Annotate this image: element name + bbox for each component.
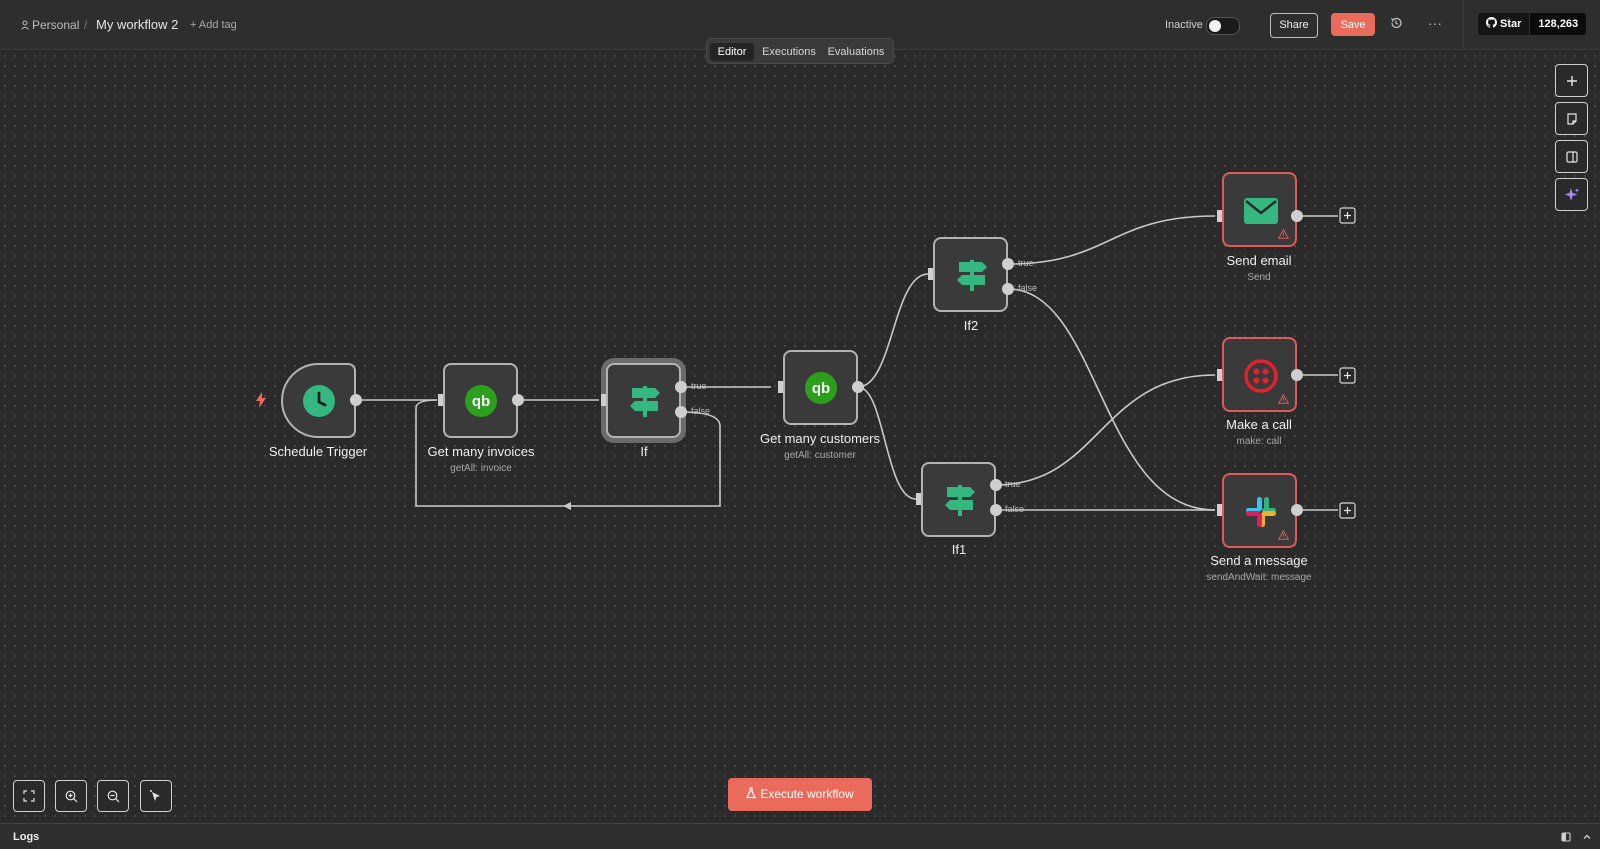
github-icon [1486,17,1497,28]
breadcrumb-separator: / [84,18,88,32]
github-star-label: Star [1500,18,1522,30]
active-toggle[interactable] [1206,17,1240,35]
node-subtitle: getAll: customer [784,450,856,461]
github-star-button[interactable]: Star 128,263 [1478,13,1587,35]
signpost-icon [957,260,987,291]
slack-icon [1246,497,1276,527]
sticky-note-icon [1566,112,1577,125]
user-icon [21,20,29,30]
node-subtitle: sendAndWait: message [1206,572,1312,583]
add-tag-button[interactable]: + Add tag [190,19,237,31]
zoom-in-button[interactable] [55,780,87,812]
divider [1463,0,1464,50]
zoom-out-icon [107,790,119,802]
fit-view-icon [23,790,35,802]
node-subtitle: make: call [1236,436,1282,447]
warning-icon [1278,394,1289,404]
tidy-up-button[interactable] [140,780,172,812]
node-title: Send a message [1210,553,1308,568]
signpost-icon [630,386,660,417]
warning-icon [1278,530,1289,540]
panel-icon [1565,150,1578,163]
quickbooks-icon: qb [805,372,837,404]
clock-icon [303,385,335,417]
zoom-out-button[interactable] [97,780,129,812]
toggle-panel-button[interactable] [1555,140,1588,173]
sparkles-icon [1564,187,1579,201]
zoom-in-icon [65,790,77,802]
add-node-button[interactable] [1555,64,1588,97]
toggle-knob [1209,20,1221,32]
share-button[interactable]: Share [1270,13,1318,38]
node-title: If1 [951,542,967,557]
svg-text:qb: qb [472,393,490,410]
branch-label-false: false [1005,504,1025,514]
branch-label-true: true [1018,258,1034,268]
plus-icon [1566,75,1577,86]
node-schedule-trigger[interactable] [281,363,356,438]
node-title: Get many customers [760,431,880,446]
branch-label-false: false [1018,283,1038,293]
github-star-left: Star [1478,13,1530,35]
node-send-email[interactable] [1222,172,1297,247]
node-if1[interactable] [921,462,996,537]
tab-executions[interactable]: Executions [758,43,820,61]
node-get-many-invoices[interactable]: qb [443,363,518,438]
twilio-icon [1244,359,1278,393]
node-if2[interactable] [933,237,1008,312]
workflow-canvas[interactable]: Schedule Trigger qb Get many invoices ge… [0,51,1600,823]
node-send-a-message[interactable] [1222,473,1297,548]
tab-editor[interactable]: Editor [710,43,754,61]
svg-text:qb: qb [812,380,830,397]
breadcrumb-project[interactable]: Personal [20,18,79,32]
quickbooks-icon: qb [465,385,497,417]
github-star-count: 128,263 [1529,13,1587,35]
branch-label-true: true [1005,479,1021,489]
flask-icon [746,787,757,799]
workflow-name[interactable]: My workflow 2 [96,17,178,32]
node-if[interactable] [606,363,681,438]
node-title: If2 [963,318,979,333]
node-make-a-call[interactable] [1222,337,1297,412]
logs-label: Logs [13,831,40,843]
fit-view-button[interactable] [13,780,45,812]
chevron-up-icon[interactable] [1582,832,1592,842]
loop-arrow-icon [563,502,571,510]
node-subtitle: Send [1247,272,1271,283]
execute-workflow-label: Execute workflow [760,787,854,801]
history-icon[interactable] [1389,16,1403,33]
node-title: Make a call [1226,417,1292,432]
signpost-icon [945,485,975,516]
ai-assistant-button[interactable] [1555,178,1588,211]
envelope-icon [1244,198,1278,224]
node-get-many-customers[interactable]: qb [783,350,858,425]
more-options-button[interactable]: ··· [1428,15,1442,31]
save-button[interactable]: Save [1331,13,1375,36]
tab-evaluations[interactable]: Evaluations [824,43,888,61]
node-title: If [640,444,648,459]
add-sticky-note-button[interactable] [1555,102,1588,135]
trigger-bolt-icon [256,392,266,408]
node-title: Send email [1226,253,1292,268]
breadcrumb-project-label: Personal [32,18,80,32]
status-label: Inactive [1165,19,1203,31]
node-subtitle: getAll: invoice [450,463,512,474]
branch-label-true: true [691,381,707,391]
execute-workflow-button[interactable]: Execute workflow [728,778,872,811]
pop-out-icon[interactable] [1561,832,1571,842]
view-tabs: Editor Executions Evaluations [706,38,894,64]
cursor-sparkle-icon [150,790,160,801]
branch-label-false: false [691,406,711,416]
warning-icon [1278,229,1289,239]
logs-bar[interactable]: Logs [0,823,1600,849]
